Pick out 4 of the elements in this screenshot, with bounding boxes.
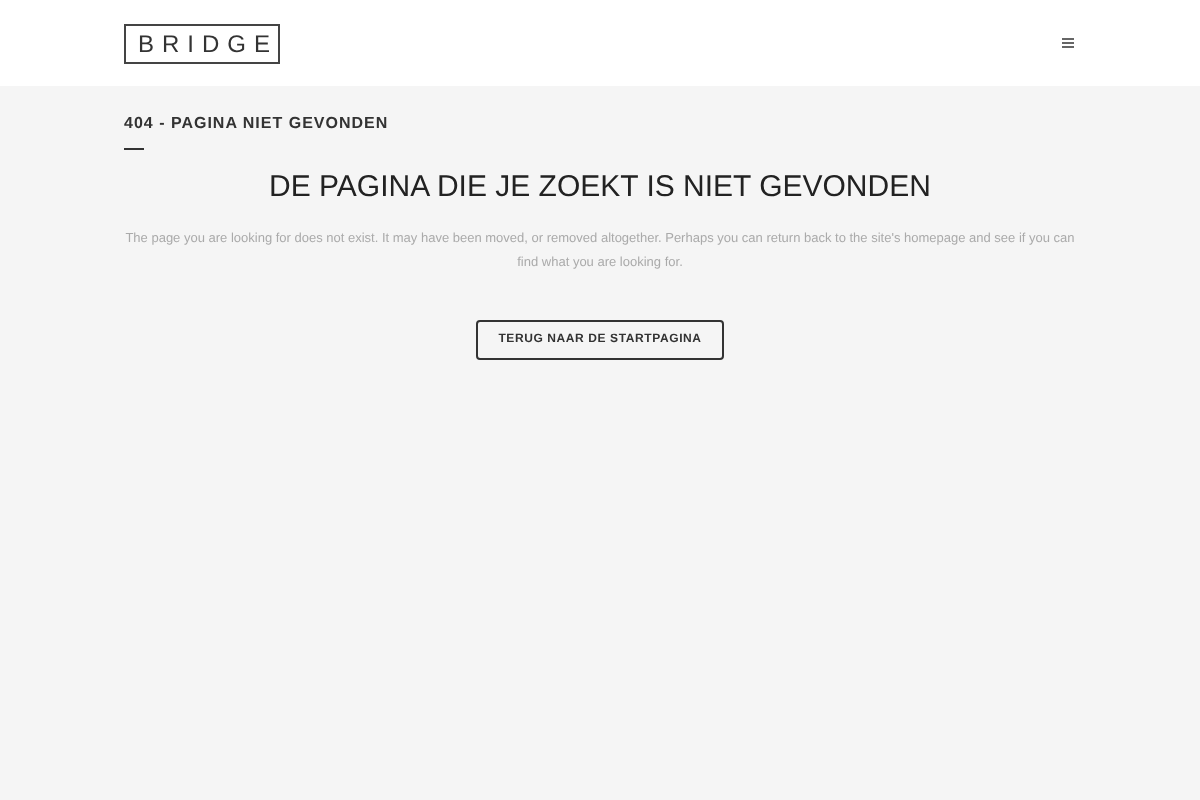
page-title: 404 - PAGINA NIET GEVONDEN (124, 114, 391, 132)
logo[interactable]: BRIDGE (124, 23, 281, 63)
error-heading: DE PAGINA DIE JE ZOEKT IS NIET GEVONDEN (267, 170, 933, 204)
menu-icon[interactable] (1062, 38, 1074, 48)
